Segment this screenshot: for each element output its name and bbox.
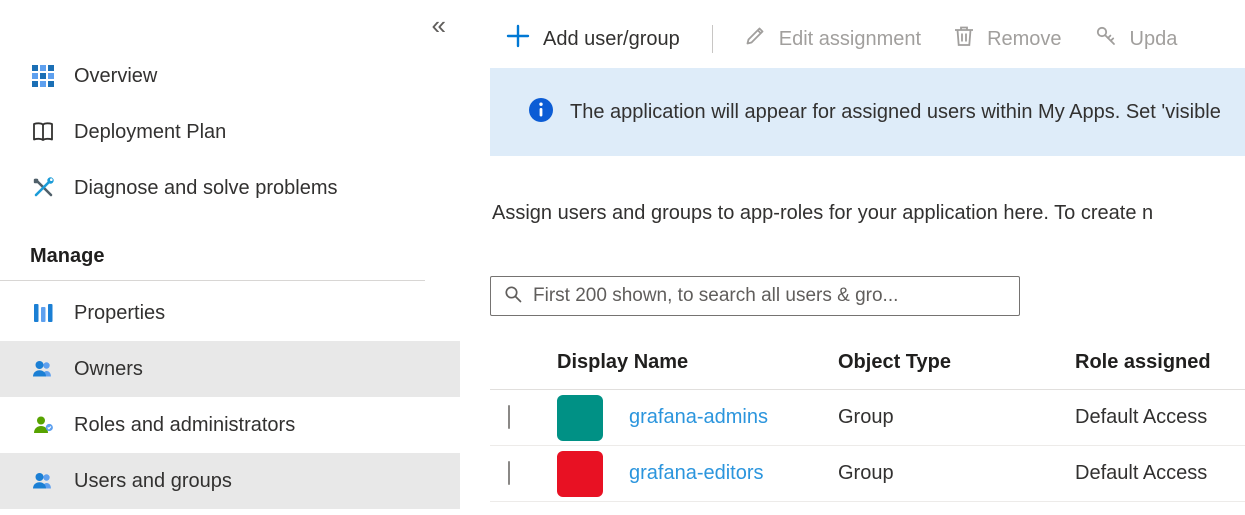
edit-assignment-label: Edit assignment [779, 28, 921, 51]
people-icon [30, 468, 56, 494]
main-content: Add user/group Edit assignment [490, 0, 1245, 515]
trash-icon [953, 24, 975, 54]
group-name-link[interactable]: grafana-editors [629, 462, 764, 485]
role-assigned-cell: Default Access [1075, 406, 1245, 429]
add-user-group-label: Add user/group [543, 28, 680, 51]
header-object-type: Object Type [838, 351, 1075, 374]
sidebar: « Overview Deployment Plan [0, 0, 460, 515]
sidebar-item-overview[interactable]: Overview [0, 48, 460, 104]
tools-icon [30, 175, 56, 201]
role-assigned-cell: Default Access [1075, 462, 1245, 485]
group-avatar [557, 395, 603, 441]
object-type-cell: Group [838, 462, 1075, 485]
sidebar-item-properties[interactable]: Properties [0, 285, 460, 341]
sidebar-item-label: Users and groups [74, 470, 232, 493]
grid-icon [30, 63, 56, 89]
pencil-icon [743, 24, 767, 54]
intro-text: Assign users and groups to app-roles for… [492, 202, 1245, 225]
update-credentials-button[interactable]: Upda [1094, 24, 1178, 54]
sidebar-item-label: Owners [74, 358, 143, 381]
add-user-group-button[interactable]: Add user/group [505, 23, 680, 55]
info-banner-text: The application will appear for assigned… [570, 101, 1221, 124]
sidebar-item-label: Deployment Plan [74, 121, 226, 144]
book-icon [30, 119, 56, 145]
header-display-name: Display Name [557, 351, 838, 374]
row-checkbox[interactable] [508, 405, 510, 429]
info-banner: The application will appear for assigned… [490, 68, 1245, 156]
sidebar-item-label: Properties [74, 302, 165, 325]
toolbar-divider [712, 25, 713, 53]
sidebar-item-label: Overview [74, 65, 157, 88]
remove-button[interactable]: Remove [953, 24, 1061, 54]
header-role-assigned: Role assigned [1075, 351, 1245, 374]
search-icon [503, 284, 523, 309]
sidebar-item-label: Roles and administrators [74, 414, 295, 437]
sidebar-divider [0, 280, 425, 281]
admin-person-icon [30, 412, 56, 438]
object-type-cell: Group [838, 406, 1075, 429]
assignment-search-input[interactable] [533, 285, 1007, 307]
search-box [490, 276, 1020, 316]
sidebar-item-owners[interactable]: Owners [0, 341, 460, 397]
sidebar-item-diagnose[interactable]: Diagnose and solve problems [0, 160, 460, 216]
people-icon [30, 356, 56, 382]
assignments-table: Display Name Object Type Role assigned g… [490, 335, 1245, 502]
group-avatar [557, 451, 603, 497]
edit-assignment-button[interactable]: Edit assignment [743, 24, 921, 54]
toolbar: Add user/group Edit assignment [490, 18, 1245, 60]
table-row: grafana-admins Group Default Access [490, 390, 1245, 446]
remove-label: Remove [987, 28, 1061, 51]
manage-section-header: Manage [0, 236, 460, 276]
group-name-link[interactable]: grafana-admins [629, 406, 768, 429]
table-header-row: Display Name Object Type Role assigned [490, 335, 1245, 390]
sidebar-item-roles-administrators[interactable]: Roles and administrators [0, 397, 460, 453]
sidebar-collapse-button[interactable]: « [432, 12, 446, 38]
table-row: grafana-editors Group Default Access [490, 446, 1245, 502]
key-icon [1094, 24, 1118, 54]
info-icon [528, 97, 554, 128]
sidebar-item-label: Diagnose and solve problems [74, 177, 338, 200]
sidebar-item-users-and-groups[interactable]: Users and groups [0, 453, 460, 509]
plus-icon [505, 23, 531, 55]
row-checkbox[interactable] [508, 461, 510, 485]
bars-icon [30, 300, 56, 326]
sidebar-nav: Overview Deployment Plan [0, 48, 460, 509]
sidebar-item-deployment-plan[interactable]: Deployment Plan [0, 104, 460, 160]
update-credentials-label: Upda [1130, 28, 1178, 51]
